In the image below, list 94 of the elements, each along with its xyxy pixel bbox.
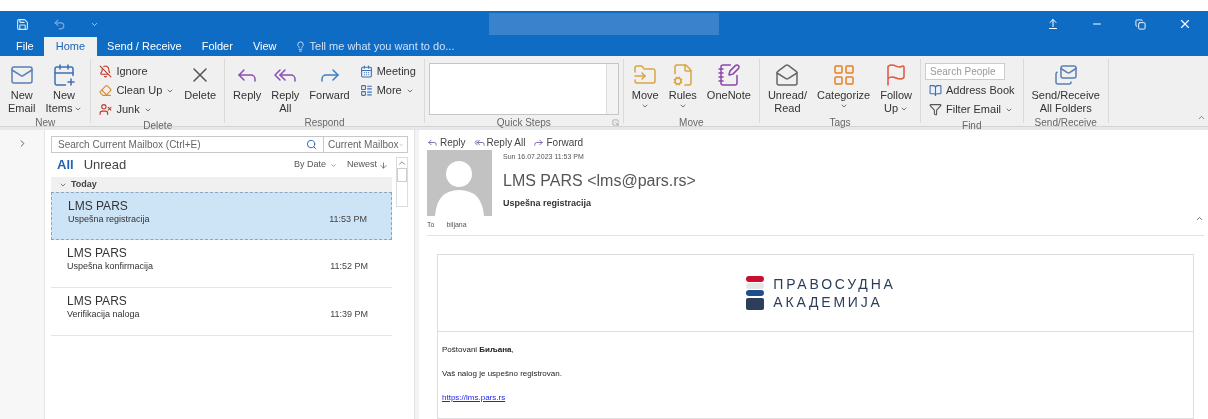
scrollbar[interactable] <box>396 157 408 207</box>
ribbon-button[interactable]: Address Book <box>925 82 1019 99</box>
body-text: Vaš nalog je uspešno registrovan. <box>442 367 563 380</box>
ribbon-tab[interactable]: View <box>242 37 287 56</box>
order-button[interactable]: Newest <box>347 158 388 172</box>
ribbon-button[interactable]: Junk <box>95 101 179 118</box>
caret-icon <box>641 102 650 110</box>
message-from: LMS PARS <lms@pars.rs> <box>503 170 696 191</box>
message-subject: Uspešna registracija <box>68 213 150 226</box>
reply-action[interactable]: Forward <box>533 134 584 150</box>
restore-icon[interactable] <box>1135 18 1146 30</box>
message-sender: LMS PARS <box>68 199 129 213</box>
filter-tab[interactable]: Unread <box>83 155 127 175</box>
message-time: 11:53 PM <box>329 213 367 226</box>
logo-mark-icon <box>745 274 766 311</box>
ribbon-tab[interactable]: File <box>6 37 44 56</box>
logo-text: АКАДЕМИЈА <box>773 292 884 311</box>
calendar-plus-icon <box>51 63 76 87</box>
reply-action[interactable]: Reply <box>427 134 466 150</box>
ribbon-button[interactable]: New Email <box>4 59 40 115</box>
dialog-launcher-icon[interactable] <box>611 118 619 126</box>
ribbon-button[interactable]: Move <box>627 59 663 115</box>
ribbon-button[interactable]: Clean Up <box>95 82 179 99</box>
message-subject: Uspešna registracija <box>503 196 593 210</box>
notebook-icon <box>716 63 741 87</box>
ribbon-button[interactable]: Reply All <box>267 59 304 115</box>
logo-text: ПРАВОСУДНА <box>773 274 896 293</box>
save-icon[interactable] <box>16 17 29 31</box>
open-envelope-icon <box>775 63 800 87</box>
ribbon-button[interactable]: New Items <box>41 59 87 115</box>
link[interactable]: https://lms.pars.rs <box>442 391 506 404</box>
caret-icon <box>330 161 337 169</box>
message-subject: Uspešna konfirmacija <box>67 260 154 273</box>
message-sender: LMS PARS <box>67 294 128 308</box>
ribbon-button[interactable]: Delete <box>180 59 221 115</box>
filter-tab[interactable]: All <box>57 155 74 175</box>
ribbon-button[interactable]: Follow Up <box>876 59 916 115</box>
ribbon-tab[interactable]: Send / Receive <box>97 37 192 56</box>
group-label: Send/Receive <box>1034 115 1097 130</box>
message-item[interactable]: LMS PARS Uspešna registracija 11:53 PM <box>51 192 392 240</box>
group-label: Delete <box>143 118 173 133</box>
ribbon-button[interactable]: Categorize <box>813 59 875 115</box>
search-field[interactable]: Search People <box>925 63 1005 80</box>
caret-icon <box>839 102 848 110</box>
ribbon-button[interactable]: More <box>355 82 420 99</box>
tell-me-field[interactable]: Tell me what you want to do... <box>286 37 463 56</box>
message-time: 11:52 PM <box>330 260 368 273</box>
caret-icon <box>678 102 687 110</box>
undo-icon[interactable] <box>53 17 66 31</box>
ribbon-button[interactable]: OneNote <box>702 59 755 115</box>
group-label: New <box>35 115 56 130</box>
avatar <box>427 150 492 216</box>
bell-off-icon <box>99 65 113 78</box>
close-icon[interactable] <box>1178 17 1192 31</box>
group-header[interactable]: Today <box>51 177 392 192</box>
list-icon <box>359 84 373 97</box>
ribbon-display-icon[interactable] <box>1047 18 1059 30</box>
group-label: Find <box>962 118 982 133</box>
reply-action[interactable]: Reply All <box>473 134 526 150</box>
quick-steps-gallery[interactable] <box>428 63 619 115</box>
ribbon-button[interactable]: Unread/ Read <box>763 59 811 115</box>
folder-icon <box>633 63 658 87</box>
lightbulb-icon <box>294 41 306 52</box>
ribbon-button[interactable]: Rules <box>664 59 701 115</box>
color-grid-icon <box>831 63 856 87</box>
ribbon-button[interactable]: Filter Email <box>925 101 1019 118</box>
group-label: Quick Steps <box>496 115 551 130</box>
group-label: Respond <box>304 115 345 130</box>
arrow-down-icon <box>379 160 388 170</box>
ribbon-button[interactable]: Meeting <box>355 63 420 80</box>
message-sender: LMS PARS <box>67 246 128 260</box>
ribbon-tab[interactable]: Folder <box>191 37 243 56</box>
ribbon-button[interactable]: Send/Receive All Folders <box>1027 59 1104 115</box>
ribbon-button[interactable]: Ignore <box>95 63 179 80</box>
scroll-up-icon[interactable] <box>397 158 407 168</box>
calendar-icon <box>359 65 373 78</box>
ribbon-button[interactable]: Reply <box>229 59 266 115</box>
eraser-icon <box>99 84 113 97</box>
envelopes-icon <box>1053 63 1078 87</box>
collapse-ribbon-icon[interactable] <box>1197 113 1206 122</box>
person-cross-icon <box>99 103 113 116</box>
greeting: Poštovani Биљана, <box>442 343 515 356</box>
filter-icon <box>929 103 942 116</box>
group-label: Tags <box>829 115 851 130</box>
ribbon-button[interactable]: Forward <box>305 59 354 115</box>
book-icon <box>929 84 942 97</box>
message-item[interactable]: LMS PARS Uspešna konfirmacija 11:52 PM <box>51 240 392 288</box>
message-time: 11:39 PM <box>330 308 368 321</box>
message-item[interactable]: LMS PARS Verifikacija naloga 11:39 PM <box>51 288 392 336</box>
ribbon-tab[interactable]: Home <box>43 37 98 56</box>
sort-dropdown[interactable]: By Date <box>293 158 337 172</box>
message-subject: Verifikacija naloga <box>67 308 140 321</box>
envelope-icon <box>9 63 34 87</box>
group-label: Move <box>679 115 704 130</box>
